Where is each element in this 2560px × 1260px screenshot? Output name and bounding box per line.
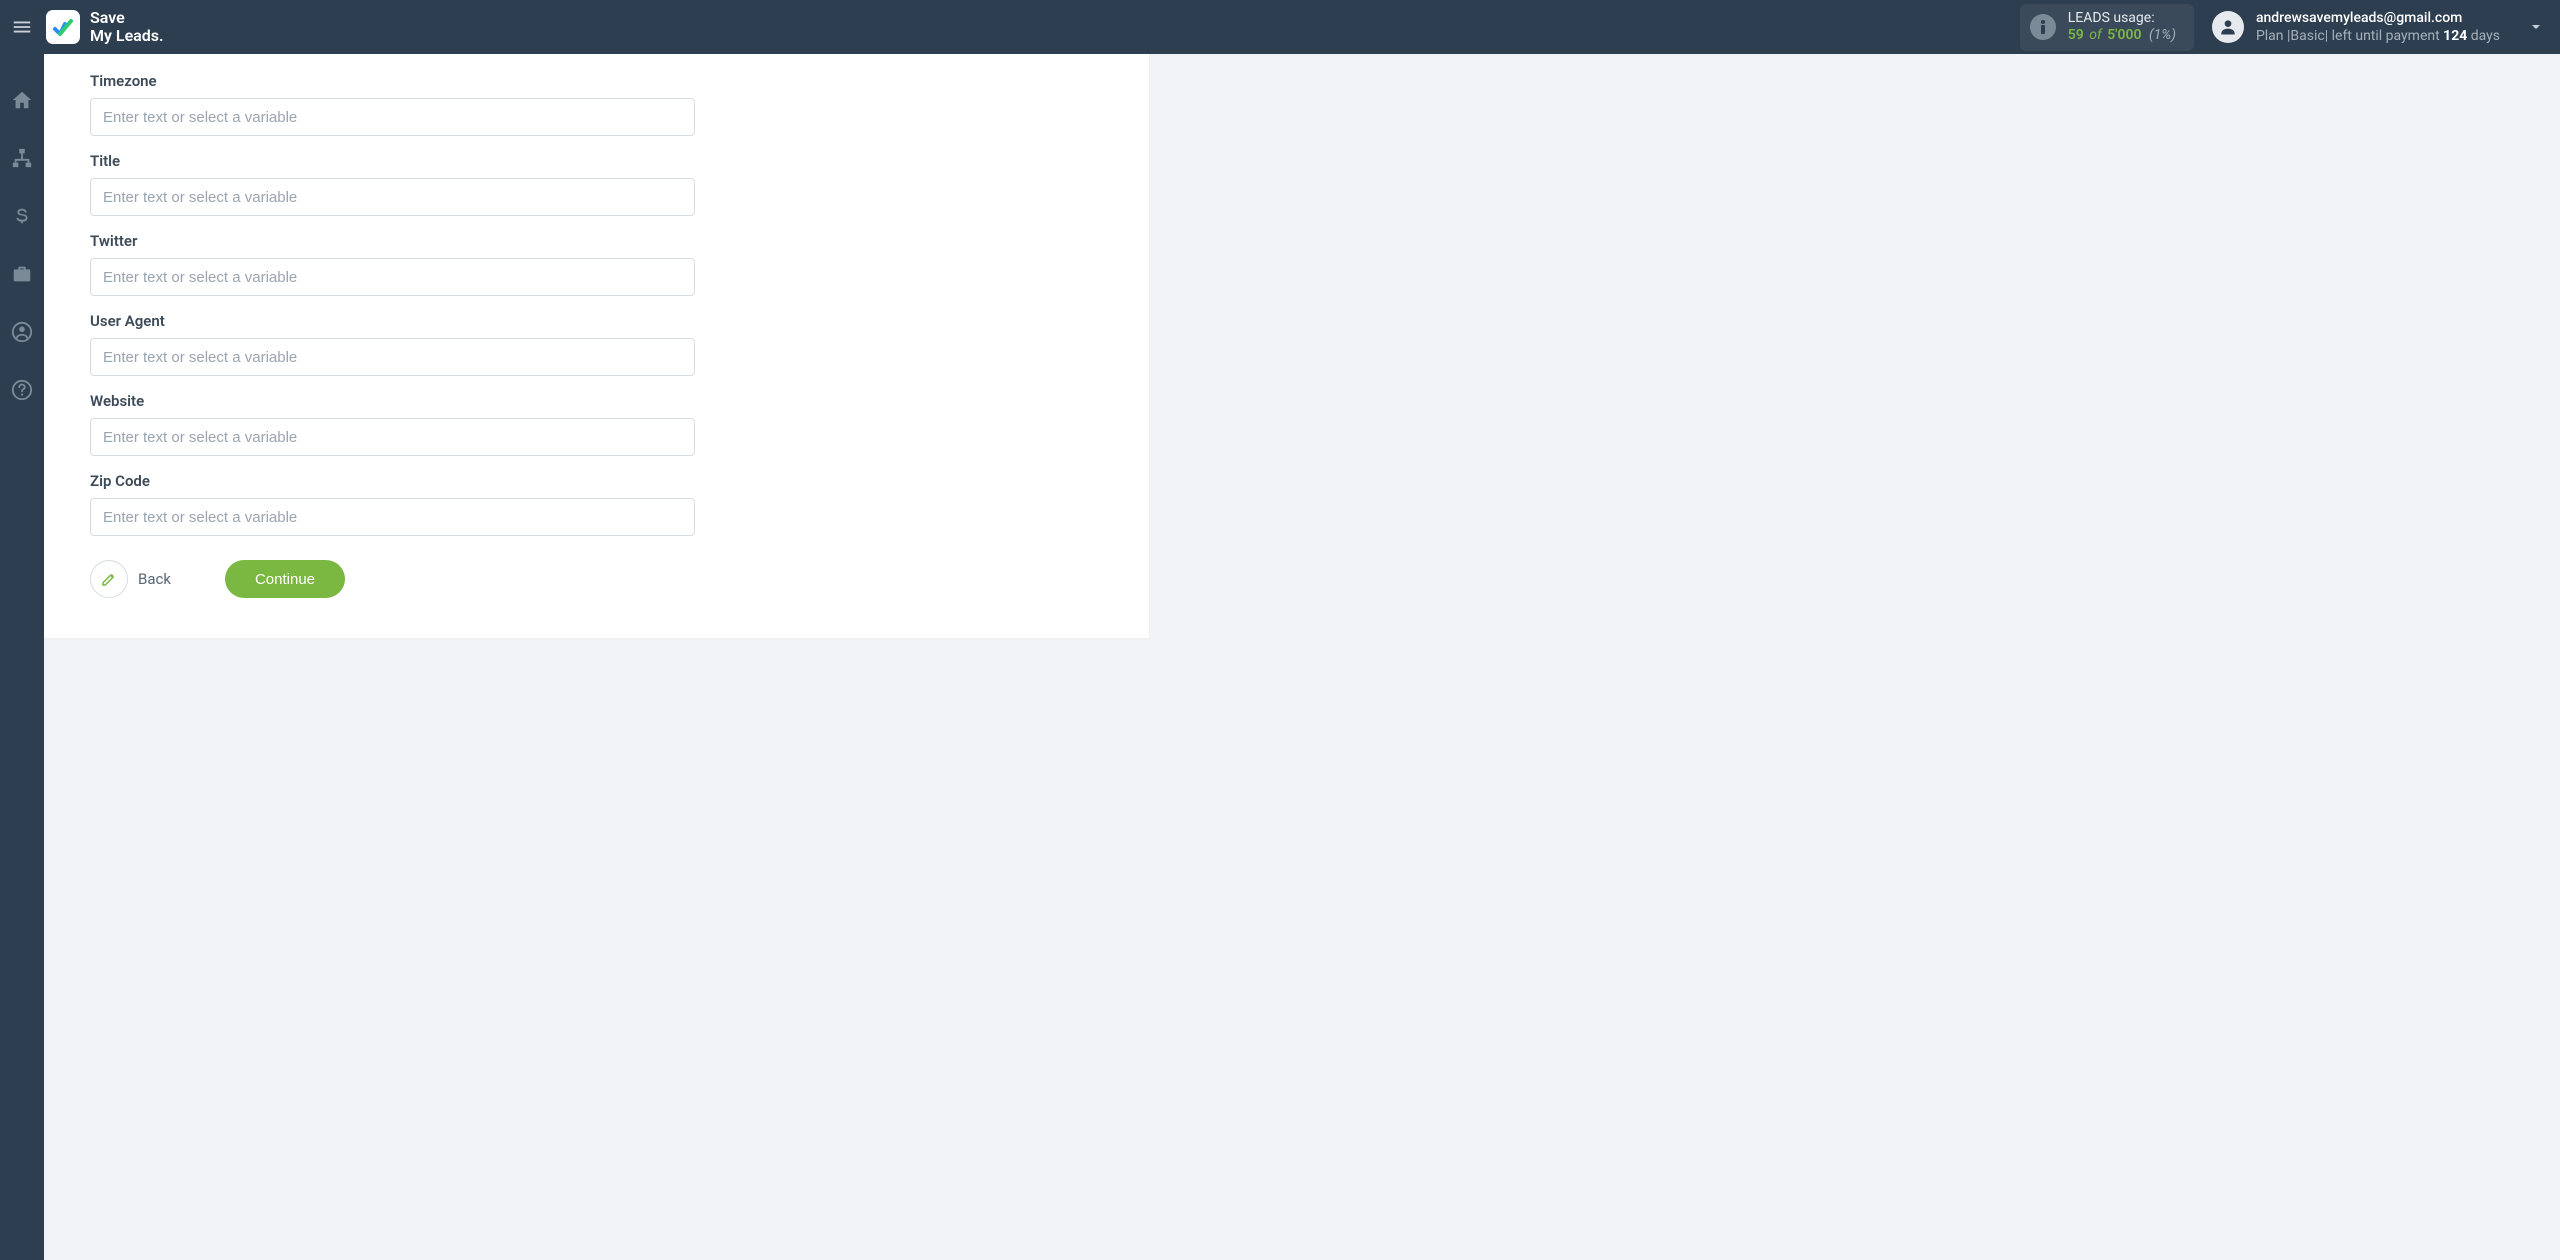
usage-values: 59 of 5'000 (1%) xyxy=(2068,27,2176,45)
input-website[interactable] xyxy=(90,418,695,456)
user-icon xyxy=(2218,17,2238,37)
user-circle-icon xyxy=(11,321,33,343)
account-text: andrewsavemyleads@gmail.com Plan |Basic|… xyxy=(2256,9,2500,45)
field-timezone: Timezone xyxy=(90,72,698,136)
label-zip-code: Zip Code xyxy=(90,472,698,490)
avatar xyxy=(2212,11,2244,43)
field-user-agent: User Agent xyxy=(90,312,698,376)
info-icon-circle xyxy=(2030,14,2056,40)
plan-name: Basic xyxy=(2290,28,2324,44)
usage-of: of xyxy=(2089,27,2101,43)
field-title: Title xyxy=(90,152,698,216)
account-email: andrewsavemyleads@gmail.com xyxy=(2256,9,2500,27)
sidebar-item-billing[interactable] xyxy=(0,198,44,234)
topbar: Save My Leads. LEADS usage: 59 of 5'000 … xyxy=(0,0,2560,54)
form-actions: Back Continue xyxy=(90,560,698,598)
chevron-down-icon xyxy=(2528,19,2544,35)
label-timezone: Timezone xyxy=(90,72,698,90)
usage-text: LEADS usage: 59 of 5'000 (1%) xyxy=(2068,10,2176,45)
back-label: Back xyxy=(138,570,171,588)
briefcase-icon xyxy=(11,263,33,285)
form-card: Timezone Title Twitter User Agent Websit xyxy=(44,54,1149,638)
input-user-agent[interactable] xyxy=(90,338,695,376)
sidebar-item-connections[interactable] xyxy=(0,140,44,176)
usage-total: 5'000 xyxy=(2107,27,2141,43)
sidebar-item-briefcase[interactable] xyxy=(0,256,44,292)
sidebar-item-account[interactable] xyxy=(0,314,44,350)
brand-line1: Save xyxy=(90,9,164,27)
main: Timezone Title Twitter User Agent Websit xyxy=(44,54,2560,1260)
label-website: Website xyxy=(90,392,698,410)
plan-prefix: Plan | xyxy=(2256,28,2290,44)
brand-text: Save My Leads. xyxy=(90,9,164,44)
account-chevron-button[interactable] xyxy=(2518,0,2554,54)
usage-pill[interactable]: LEADS usage: 59 of 5'000 (1%) xyxy=(2020,4,2194,51)
sitemap-icon xyxy=(11,147,33,169)
label-title: Title xyxy=(90,152,698,170)
field-twitter: Twitter xyxy=(90,232,698,296)
form-inner: Timezone Title Twitter User Agent Websit xyxy=(44,72,744,598)
sidebar xyxy=(0,54,44,1260)
hamburger-menu-button[interactable] xyxy=(0,0,44,54)
layout: Timezone Title Twitter User Agent Websit xyxy=(0,54,2560,1260)
input-zip-code[interactable] xyxy=(90,498,695,536)
label-user-agent: User Agent xyxy=(90,312,698,330)
info-icon xyxy=(2040,20,2046,34)
sidebar-item-help[interactable] xyxy=(0,372,44,408)
plan-days: 124 xyxy=(2443,28,2467,44)
home-icon xyxy=(11,89,33,111)
usage-pct: (1%) xyxy=(2149,27,2176,43)
plan-days-suffix: days xyxy=(2467,28,2500,44)
back-button[interactable]: Back xyxy=(90,560,171,598)
plan-suffix: | left until payment xyxy=(2325,28,2443,44)
help-icon xyxy=(11,379,33,401)
input-title[interactable] xyxy=(90,178,695,216)
logo xyxy=(46,10,80,44)
field-zip-code: Zip Code xyxy=(90,472,698,536)
brand-line2: My Leads. xyxy=(90,27,164,45)
hamburger-icon xyxy=(11,16,33,38)
usage-label: LEADS usage: xyxy=(2068,10,2176,28)
continue-button[interactable]: Continue xyxy=(225,560,345,598)
pencil-icon xyxy=(100,570,118,588)
account-plan: Plan |Basic| left until payment 124 days xyxy=(2256,27,2500,45)
dollar-icon xyxy=(11,205,33,227)
account-block[interactable]: andrewsavemyleads@gmail.com Plan |Basic|… xyxy=(2212,9,2500,45)
back-icon-circle xyxy=(90,560,128,598)
label-twitter: Twitter xyxy=(90,232,698,250)
input-twitter[interactable] xyxy=(90,258,695,296)
usage-count: 59 xyxy=(2068,27,2084,43)
checkmark-icon xyxy=(51,15,75,39)
sidebar-item-home[interactable] xyxy=(0,82,44,118)
input-timezone[interactable] xyxy=(90,98,695,136)
field-website: Website xyxy=(90,392,698,456)
